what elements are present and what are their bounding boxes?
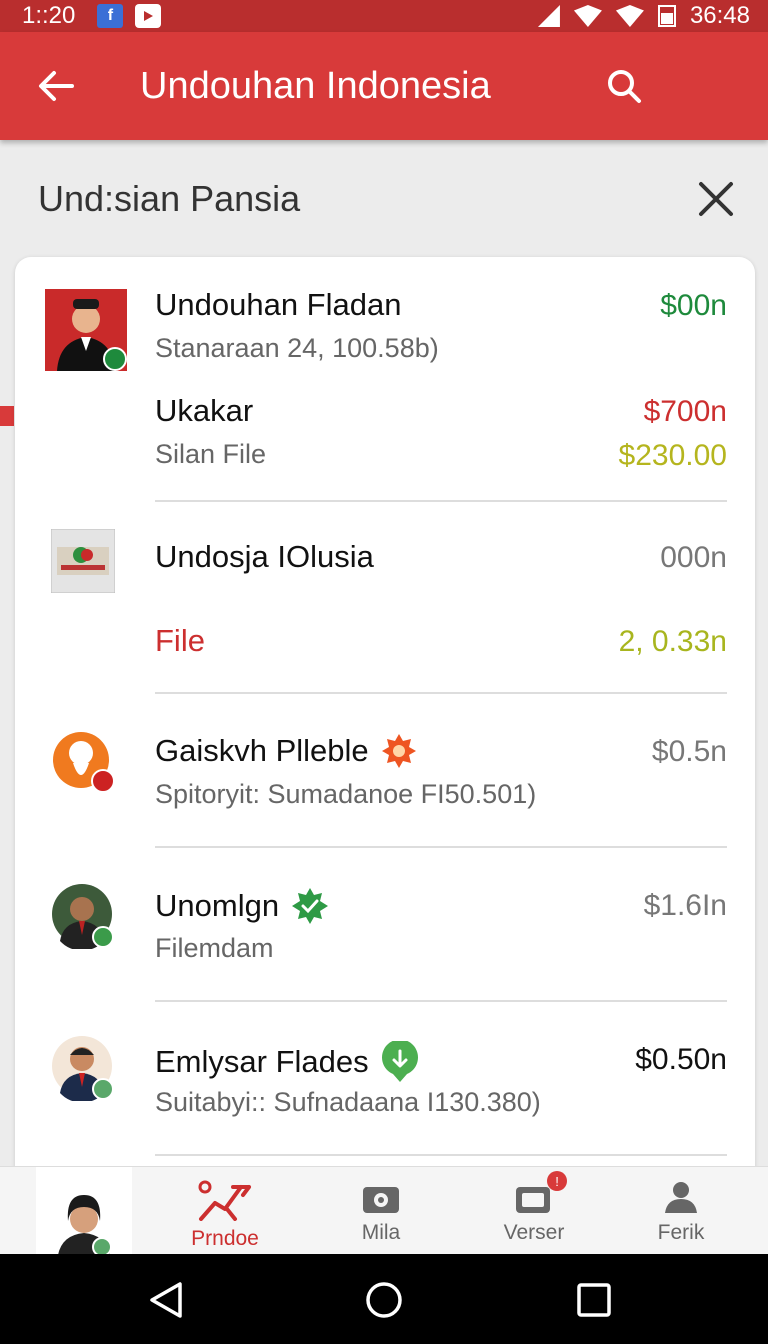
triangle-back-icon <box>150 1282 182 1318</box>
item-subtitle: Filemdam <box>155 933 274 963</box>
avatar[interactable] <box>51 729 121 799</box>
nav-ferik[interactable]: Ferik <box>626 1179 736 1245</box>
item-amount: 000n <box>660 541 727 574</box>
item-amount: $700n <box>643 395 727 428</box>
verified-badge-icon <box>292 888 329 924</box>
item-subtitle: File <box>155 623 205 658</box>
item-amount-secondary: $230.00 <box>618 439 727 472</box>
status-clock: 36:48 <box>689 2 750 29</box>
item-subtitle: Silan File <box>155 439 267 469</box>
close-icon <box>699 182 733 216</box>
system-back-button[interactable] <box>142 1276 190 1324</box>
section-title: Und:sian Pansia <box>38 178 301 219</box>
profile-avatar[interactable] <box>36 1167 132 1255</box>
app-bar: Undouhan Indonesia <box>0 32 768 140</box>
nav-label: Verser <box>503 1221 565 1244</box>
battery-icon <box>657 5 676 27</box>
facebook-icon: f <box>97 4 124 28</box>
nav-verser[interactable]: ! Verser <box>479 1171 589 1245</box>
gear-badge-icon <box>381 734 416 768</box>
download-badge-icon <box>381 1041 418 1082</box>
section-header: Und:sian Pansia <box>0 140 768 258</box>
divider <box>155 1000 727 1002</box>
close-button[interactable] <box>688 171 744 227</box>
item-title[interactable]: Undosja IOlusia <box>155 539 374 575</box>
item-amount: $00n <box>660 289 727 322</box>
edge-marker <box>0 406 14 426</box>
person-icon <box>665 1182 697 1213</box>
item-subtitle: Suitabyi:: Sufnadaana I130.380) <box>155 1087 541 1117</box>
bottom-navigation: Prndoe Mila ! Verser Ferik <box>0 1166 768 1255</box>
divider <box>155 846 727 848</box>
camera-icon <box>363 1187 399 1213</box>
item-title[interactable]: Unomlgn <box>155 887 329 925</box>
item-amount: $0.50n <box>635 1043 727 1076</box>
nav-label: Ferik <box>657 1221 705 1244</box>
avatar[interactable] <box>51 1035 117 1103</box>
item-title[interactable]: Emlysar Flades <box>155 1041 419 1083</box>
back-button[interactable] <box>24 54 88 118</box>
status-bar: 1::20 f 36:48 <box>0 0 768 32</box>
nav-prndoe[interactable]: Prndoe <box>170 1179 280 1251</box>
divider <box>155 692 727 694</box>
item-subtitle: Stanaraan 24, 100.58b) <box>155 333 439 363</box>
item-title[interactable]: Ukakar <box>155 393 253 429</box>
signal-icon <box>537 5 560 27</box>
item-amount-secondary: 2, 0.33n <box>618 625 727 658</box>
item-title-text: Gaiskvh Plleble <box>155 733 369 768</box>
circle-home-icon <box>366 1282 402 1318</box>
arrow-left-icon <box>39 71 74 101</box>
search-button[interactable] <box>592 54 656 118</box>
divider <box>155 1154 727 1156</box>
nav-label: Prndoe <box>191 1227 259 1250</box>
item-title[interactable]: Undouhan Fladan <box>155 287 401 323</box>
wifi-icon-2 <box>615 5 644 27</box>
item-amount: $0.5n <box>651 735 727 768</box>
item-title-text: Unomlgn <box>155 888 280 923</box>
item-subtitle: Spitoryit: Sumadanoe FI50.501) <box>155 779 537 809</box>
item-title[interactable]: Gaiskvh Plleble <box>155 733 417 769</box>
nav-mila[interactable]: Mila <box>326 1179 436 1245</box>
app-title: Undouhan Indonesia <box>140 64 491 107</box>
chart-arrow-icon <box>198 1180 251 1221</box>
avatar[interactable] <box>50 528 116 594</box>
system-recents-button[interactable] <box>570 1276 618 1324</box>
item-amount: $1.6In <box>643 889 727 922</box>
status-time: 1::20 <box>22 2 76 29</box>
avatar[interactable] <box>51 883 117 951</box>
square-recents-icon <box>577 1283 611 1317</box>
item-title-text: Emlysar Flades <box>155 1044 369 1079</box>
results-card: Undouhan Fladan Stanaraan 24, 100.58b) $… <box>15 257 755 1257</box>
search-icon <box>608 70 641 103</box>
avatar[interactable] <box>45 289 127 371</box>
nav-label: Mila <box>361 1221 401 1244</box>
system-navigation <box>0 1254 768 1344</box>
system-home-button[interactable] <box>360 1276 408 1324</box>
youtube-icon <box>135 4 162 28</box>
divider <box>155 500 727 502</box>
notification-badge: ! <box>547 1171 567 1191</box>
wifi-icon <box>573 5 602 27</box>
